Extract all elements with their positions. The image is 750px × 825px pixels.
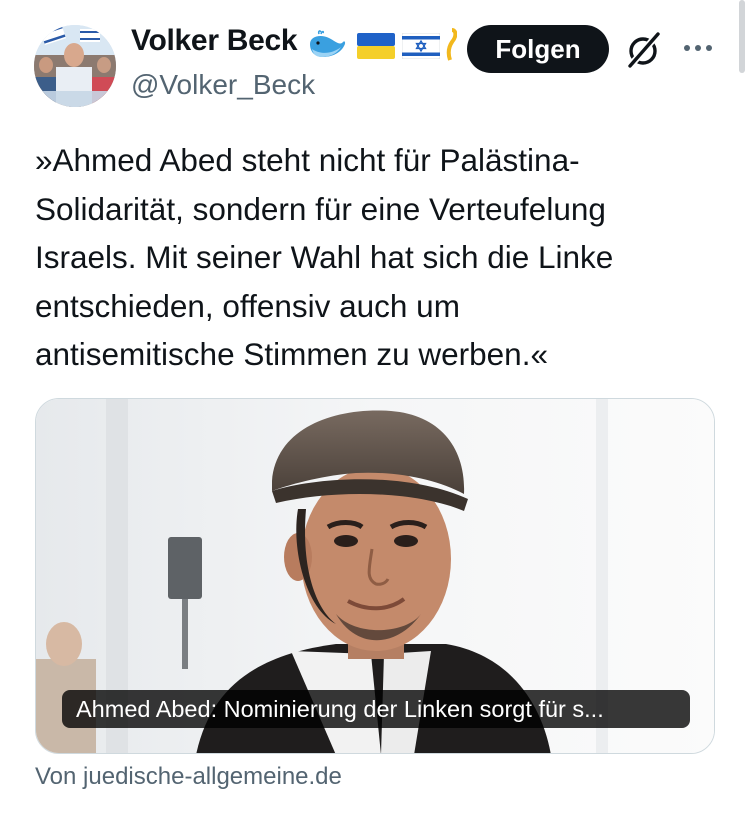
avatar[interactable] (34, 25, 116, 107)
whale-emoji-icon (307, 30, 347, 62)
tweet-header: Volker Beck @Volker_Beck Folgen (0, 0, 750, 120)
follow-button[interactable]: Folgen (467, 25, 609, 73)
scrollbar[interactable] (739, 0, 745, 73)
israel-flag-icon (401, 32, 441, 62)
avatar-photo (34, 25, 116, 107)
tweet-text: »Ahmed Abed steht nicht für Palästina- S… (35, 142, 614, 372)
yellow-ribbon-icon (446, 28, 457, 62)
link-card-title[interactable]: Ahmed Abed: Nominierung der Linken sorgt… (62, 690, 690, 728)
grok-icon[interactable] (624, 30, 664, 70)
more-icon[interactable] (680, 36, 716, 60)
link-card[interactable]: Ahmed Abed: Nominierung der Linken sorgt… (35, 398, 715, 754)
ukraine-flag-icon (357, 33, 395, 62)
author-handle[interactable]: @Volker_Beck (131, 69, 315, 101)
author-badges (307, 28, 457, 62)
link-source[interactable]: Von juedische-allgemeine.de (35, 763, 342, 791)
author-name[interactable]: Volker Beck (131, 24, 298, 58)
